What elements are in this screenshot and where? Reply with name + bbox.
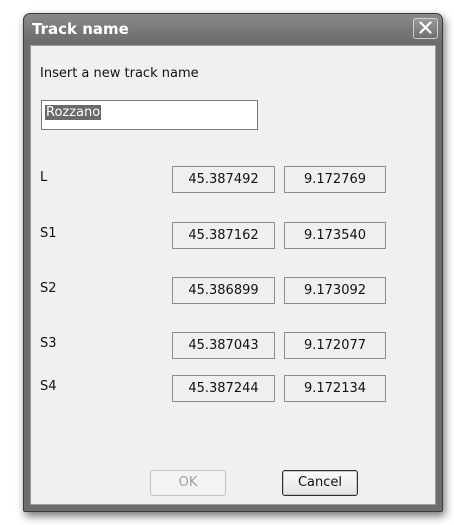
point-label-l: L: [40, 170, 48, 185]
latitude-field-l: 45.387492: [172, 166, 275, 193]
track-name-input[interactable]: Rozzano: [41, 100, 258, 130]
latitude-field-s4: 45.387244: [172, 375, 275, 402]
dialog-body: Insert a new track name Rozzano L 45.387…: [30, 45, 436, 505]
track-name-dialog: Track name Insert a new track name Rozza…: [23, 13, 443, 512]
dialog-title: Track name: [32, 20, 129, 38]
point-label-s2: S2: [40, 281, 57, 296]
point-label-s3: S3: [40, 336, 57, 351]
close-button[interactable]: [413, 18, 438, 39]
ok-button[interactable]: OK: [150, 470, 226, 496]
latitude-field-s3: 45.387043: [172, 332, 275, 359]
close-icon: [419, 21, 432, 34]
longitude-field-s2: 9.173092: [284, 277, 386, 304]
latitude-field-s1: 45.387162: [172, 222, 275, 249]
point-label-s1: S1: [40, 226, 57, 241]
cancel-button[interactable]: Cancel: [282, 470, 358, 496]
longitude-field-l: 9.172769: [284, 166, 386, 193]
title-bar[interactable]: Track name: [24, 14, 442, 44]
longitude-field-s4: 9.172134: [284, 375, 386, 402]
latitude-field-s2: 45.386899: [172, 277, 275, 304]
longitude-field-s3: 9.172077: [284, 332, 386, 359]
longitude-field-s1: 9.173540: [284, 222, 386, 249]
prompt-label: Insert a new track name: [40, 66, 199, 81]
point-label-s4: S4: [40, 379, 57, 394]
selected-text: Rozzano: [45, 105, 102, 120]
